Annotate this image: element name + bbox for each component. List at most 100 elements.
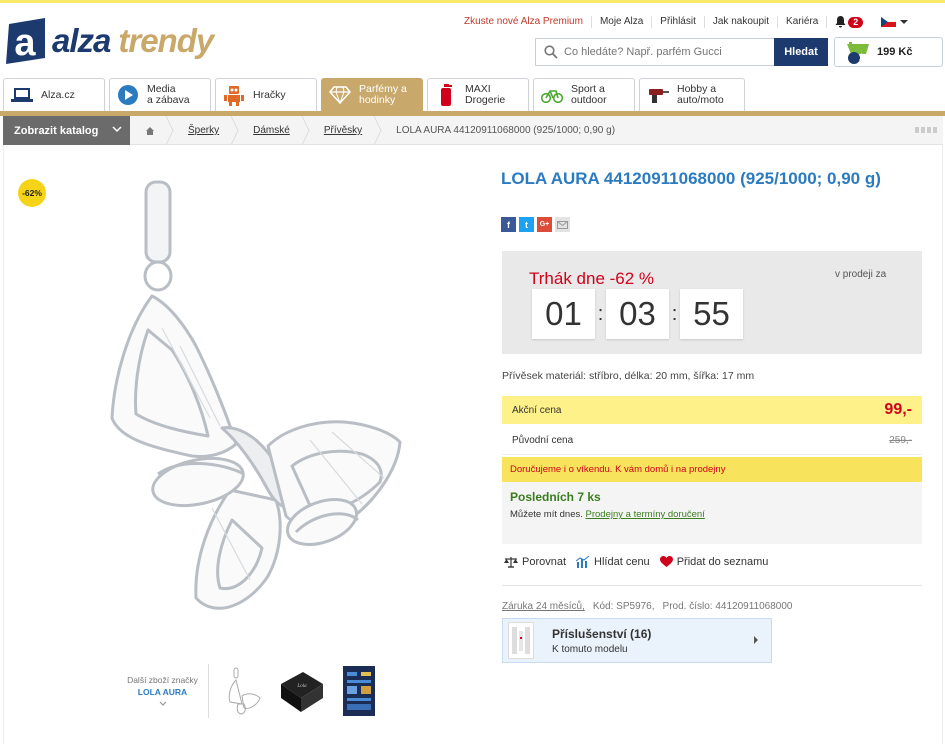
tab-label-line2: Drogerie <box>465 94 506 106</box>
thumbnail-pendant[interactable] <box>226 666 262 716</box>
stores-delivery-link[interactable]: Prodejny a termíny doručení <box>586 509 705 520</box>
breadcrumb-bar: Zobrazit katalog Šperky Dámské Přívěsky … <box>3 116 943 145</box>
brand-link[interactable]: LOLA AURA <box>120 686 205 698</box>
product-material: Přívěsek materiál: stříbro, délka: 20 mm… <box>502 370 755 382</box>
thumbnail-gift-box[interactable]: Lola <box>277 666 325 716</box>
scale-icon <box>504 557 518 568</box>
tab-perfumes-watches[interactable]: Parfémy a hodinky <box>321 78 423 111</box>
search-button[interactable]: Hledat <box>774 38 828 66</box>
alza-a-icon: a <box>4 18 47 64</box>
stock-box: Posledních 7 ks Můžete mít dnes. Prodejn… <box>502 482 922 544</box>
timer-colon: : <box>671 302 678 325</box>
thumbnail-catalog[interactable] <box>343 666 375 716</box>
original-price-label: Původní cena <box>512 435 574 446</box>
tab-alza-cz[interactable]: Alza.cz <box>3 78 105 111</box>
tab-maxi-drogerie[interactable]: MAXI Drogerie <box>427 78 529 111</box>
facebook-icon[interactable]: f <box>501 217 516 232</box>
bell-icon <box>835 16 846 28</box>
breadcrumb-label: LOLA AURA 44120911068000 (925/1000; 0,90… <box>396 125 616 136</box>
tab-hobby-auto-moto[interactable]: Hobby a auto/moto <box>639 78 745 111</box>
divider <box>502 585 922 586</box>
premium-link[interactable]: Zkuste nové Alza Premium <box>464 16 591 28</box>
more-from-brand-label: Další zboží značky <box>127 675 198 685</box>
watch-price-label: Hlídat cenu <box>594 556 650 568</box>
breadcrumb-label: Přívěsky <box>323 125 363 136</box>
compare-button[interactable]: Porovnat <box>504 556 566 568</box>
timer-hours: 01 <box>532 289 595 339</box>
deal-sale-label: v prodeji za <box>835 269 887 280</box>
discount-badge: -62% <box>18 179 46 207</box>
warranty-link[interactable]: Záruka 24 měsíců, <box>502 601 585 612</box>
tab-label: Alza.cz <box>41 88 75 101</box>
search-box: Hledat <box>535 38 828 66</box>
language-selector[interactable] <box>881 17 909 27</box>
breadcrumb: Šperky Dámské Přívěsky LOLA AURA 4412091… <box>130 116 629 145</box>
timer-seconds: 55 <box>680 289 743 339</box>
chevron-down-icon <box>112 126 122 133</box>
watch-price-button[interactable]: Hlídat cenu <box>576 556 650 568</box>
compare-label: Porovnat <box>522 556 567 568</box>
cart-total: 199 Kč <box>877 46 913 58</box>
action-price-label: Akční cena <box>512 404 562 416</box>
tab-label-line2: outdoor <box>571 94 607 106</box>
email-icon[interactable] <box>555 217 570 232</box>
alza-trendy-logo[interactable]: a alza trendy <box>4 16 214 66</box>
breadcrumb-women[interactable]: Dámské <box>233 116 310 145</box>
twitter-icon[interactable]: t <box>519 217 534 232</box>
how-to-buy-link[interactable]: Jak nakoupit <box>703 16 777 28</box>
drill-icon <box>647 84 669 106</box>
product-number: Prod. číslo: 44120911068000 <box>662 601 793 612</box>
timer-colon: : <box>597 302 604 325</box>
stock-status: Posledních 7 ks <box>510 490 601 504</box>
career-link[interactable]: Kariéra <box>777 16 826 28</box>
breadcrumb-pendants[interactable]: Přívěsky <box>304 116 382 145</box>
breadcrumb-jewelry[interactable]: Šperky <box>168 116 239 145</box>
weekend-delivery-banner: Doručujeme i o víkendu. K vám domů i na … <box>502 457 922 482</box>
login-link[interactable]: Přihlásit <box>651 16 704 28</box>
original-price-value: 259,- <box>889 435 912 446</box>
my-alza-link[interactable]: Moje Alza <box>590 16 651 28</box>
google-plus-icon[interactable]: G+ <box>537 217 552 232</box>
product-code: Kód: SP5976, <box>592 601 655 612</box>
action-price-row: Akční cena 99,- <box>502 396 922 424</box>
top-links: Zkuste nové Alza Premium Moje Alza Přihl… <box>464 16 909 28</box>
stock-availability: Můžete mít dnes. <box>510 509 583 520</box>
product-image-butterfly-pendant[interactable] <box>100 178 405 633</box>
timer-minutes: 03 <box>606 289 669 339</box>
cart-count: 1 <box>859 52 865 62</box>
notifications-button[interactable]: 2 <box>826 16 864 28</box>
laptop-icon <box>11 84 33 106</box>
tab-media[interactable]: Media a zábava <box>109 78 211 111</box>
category-tabs: Alza.cz Media a zábava Hračky Parfémy a ho… <box>3 78 749 111</box>
accessories-box[interactable]: Příslušenství (16) K tomuto modelu <box>502 618 772 663</box>
show-catalog-label: Zobrazit katalog <box>14 124 99 137</box>
action-price-value: 99,- <box>884 401 912 418</box>
accessories-subtitle: K tomuto modelu <box>552 643 628 655</box>
tab-label: Hračky <box>253 88 286 101</box>
chevron-down-icon <box>159 701 166 706</box>
breadcrumb-home[interactable] <box>130 116 174 145</box>
tab-sport-outdoor[interactable]: Sport a outdoor <box>533 78 635 111</box>
diamond-icon <box>329 84 351 106</box>
chevron-down-icon <box>900 20 909 24</box>
robot-icon <box>223 84 245 106</box>
play-icon <box>117 84 139 106</box>
bottle-icon <box>435 84 457 106</box>
logo-alza-text: alza <box>52 22 111 59</box>
tab-toys[interactable]: Hračky <box>215 78 317 111</box>
show-catalog-button[interactable]: Zobrazit katalog <box>3 116 130 145</box>
more-from-brand[interactable]: Další zboží značky LOLA AURA <box>120 674 205 710</box>
accessories-title: Příslušenství (16) <box>552 626 652 641</box>
add-to-list-button[interactable]: Přidat do seznamu <box>659 556 769 568</box>
breadcrumb-current: LOLA AURA 44120911068000 (925/1000; 0,90… <box>376 116 629 145</box>
cart-button[interactable]: 1 199 Kč <box>834 37 943 67</box>
breadcrumb-label: Dámské <box>253 125 290 136</box>
add-to-list-label: Přidat do seznamu <box>676 556 769 568</box>
price-chart-icon <box>576 556 590 568</box>
top-accent-line <box>0 0 945 3</box>
cart-icon <box>847 42 869 64</box>
product-actions: Porovnat Hlídat cenu Přidat do seznamu <box>504 556 778 568</box>
grid-view-icon[interactable] <box>915 127 937 133</box>
search-input[interactable] <box>564 46 774 58</box>
home-icon <box>146 126 154 135</box>
